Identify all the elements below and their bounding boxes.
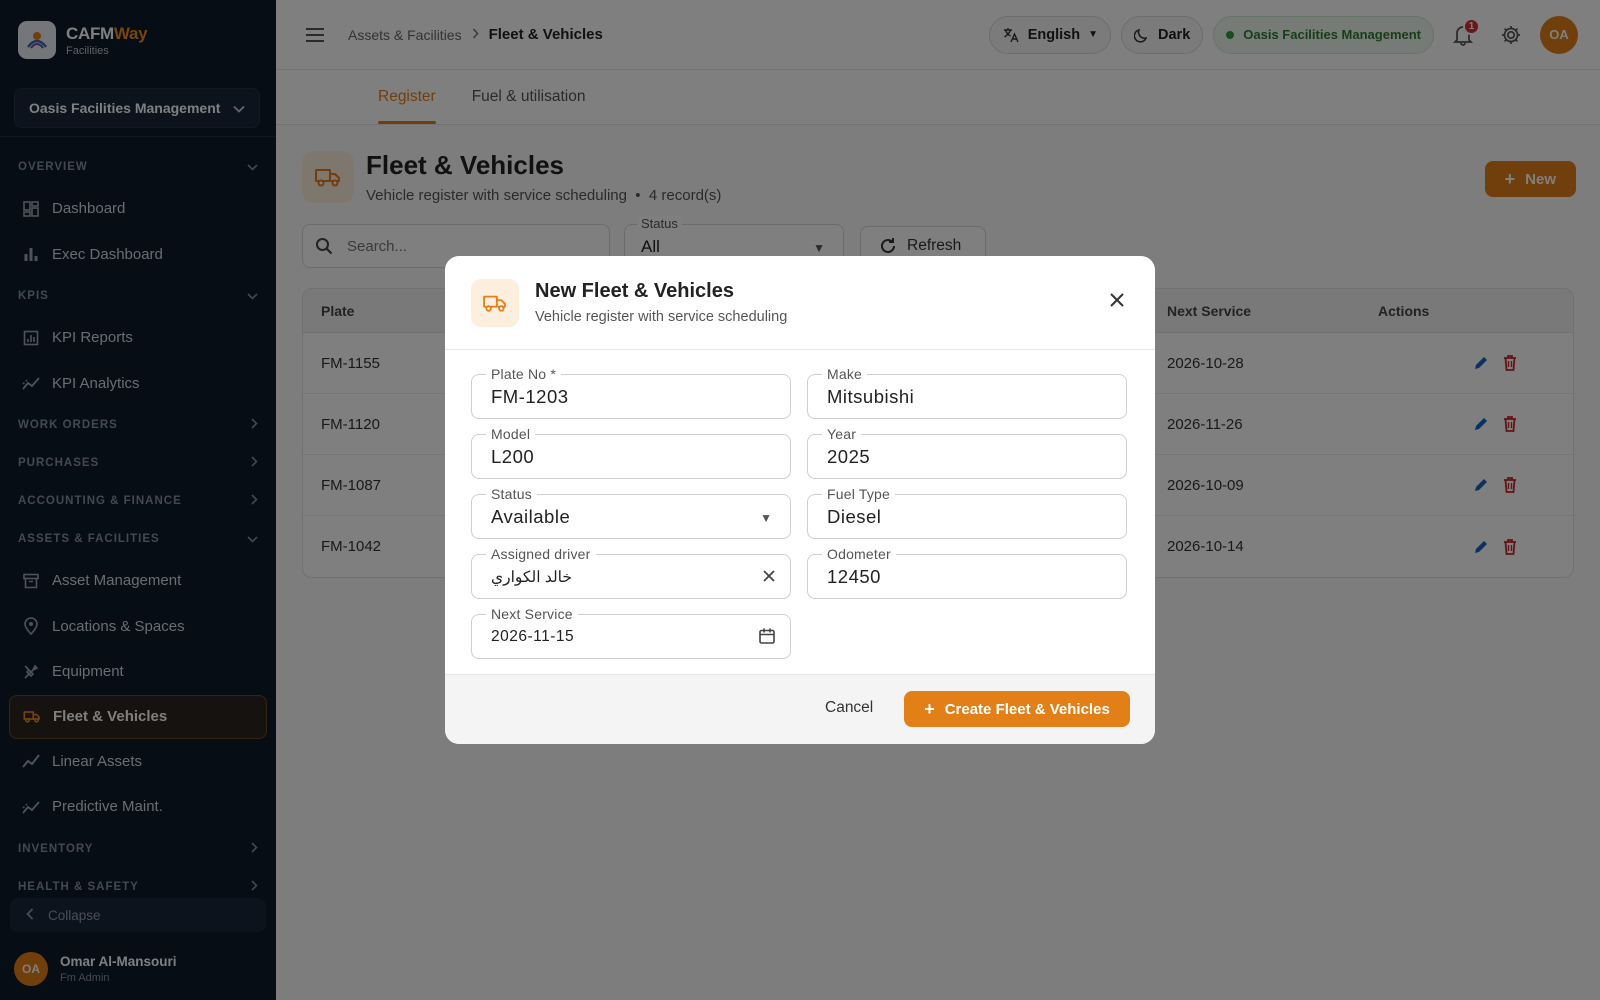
assigned-driver-value: خالد الكواري xyxy=(491,569,572,586)
next-service-date-field[interactable]: Next Service 2026-11-15 xyxy=(471,606,791,659)
close-icon[interactable] xyxy=(1109,292,1125,308)
status-value: Available xyxy=(491,506,571,527)
dialog-title: New Fleet & Vehicles xyxy=(535,280,734,302)
dialog-footer: Cancel + Create Fleet & Vehicles xyxy=(445,674,1155,744)
odometer-value: 12450 xyxy=(827,566,881,587)
dialog-subtitle: Vehicle register with service scheduling xyxy=(535,309,788,325)
status-select[interactable]: Status Available ▼ xyxy=(471,486,791,539)
make-value: Mitsubishi xyxy=(827,386,915,407)
clear-icon[interactable] xyxy=(762,569,776,583)
dialog-form: Plate No * FM-1203 Make Mitsubishi Model… xyxy=(445,350,1155,674)
cancel-button[interactable]: Cancel xyxy=(825,699,873,717)
caret-down-icon: ▼ xyxy=(760,511,772,525)
plus-icon: + xyxy=(924,698,935,719)
truck-icon xyxy=(471,278,519,327)
fuel-type-value: Diesel xyxy=(827,506,882,527)
assigned-driver-field[interactable]: Assigned driver خالد الكواري xyxy=(471,546,791,599)
new-fleet-dialog: New Fleet & Vehicles Vehicle register wi… xyxy=(445,256,1155,744)
year-field[interactable]: Year 2025 xyxy=(807,426,1127,479)
make-field[interactable]: Make Mitsubishi xyxy=(807,366,1127,419)
next-service-value: 2026-11-15 xyxy=(491,628,575,645)
plate-no-field[interactable]: Plate No * FM-1203 xyxy=(471,366,791,419)
model-field[interactable]: Model L200 xyxy=(471,426,791,479)
year-value: 2025 xyxy=(827,446,871,467)
plate-no-value: FM-1203 xyxy=(491,386,569,407)
model-value: L200 xyxy=(491,446,535,467)
create-button[interactable]: + Create Fleet & Vehicles xyxy=(904,691,1130,727)
fuel-type-field[interactable]: Fuel Type Diesel xyxy=(807,486,1127,539)
calendar-icon[interactable] xyxy=(758,627,776,645)
odometer-field[interactable]: Odometer 12450 xyxy=(807,546,1127,599)
dialog-header: New Fleet & Vehicles Vehicle register wi… xyxy=(445,256,1155,350)
